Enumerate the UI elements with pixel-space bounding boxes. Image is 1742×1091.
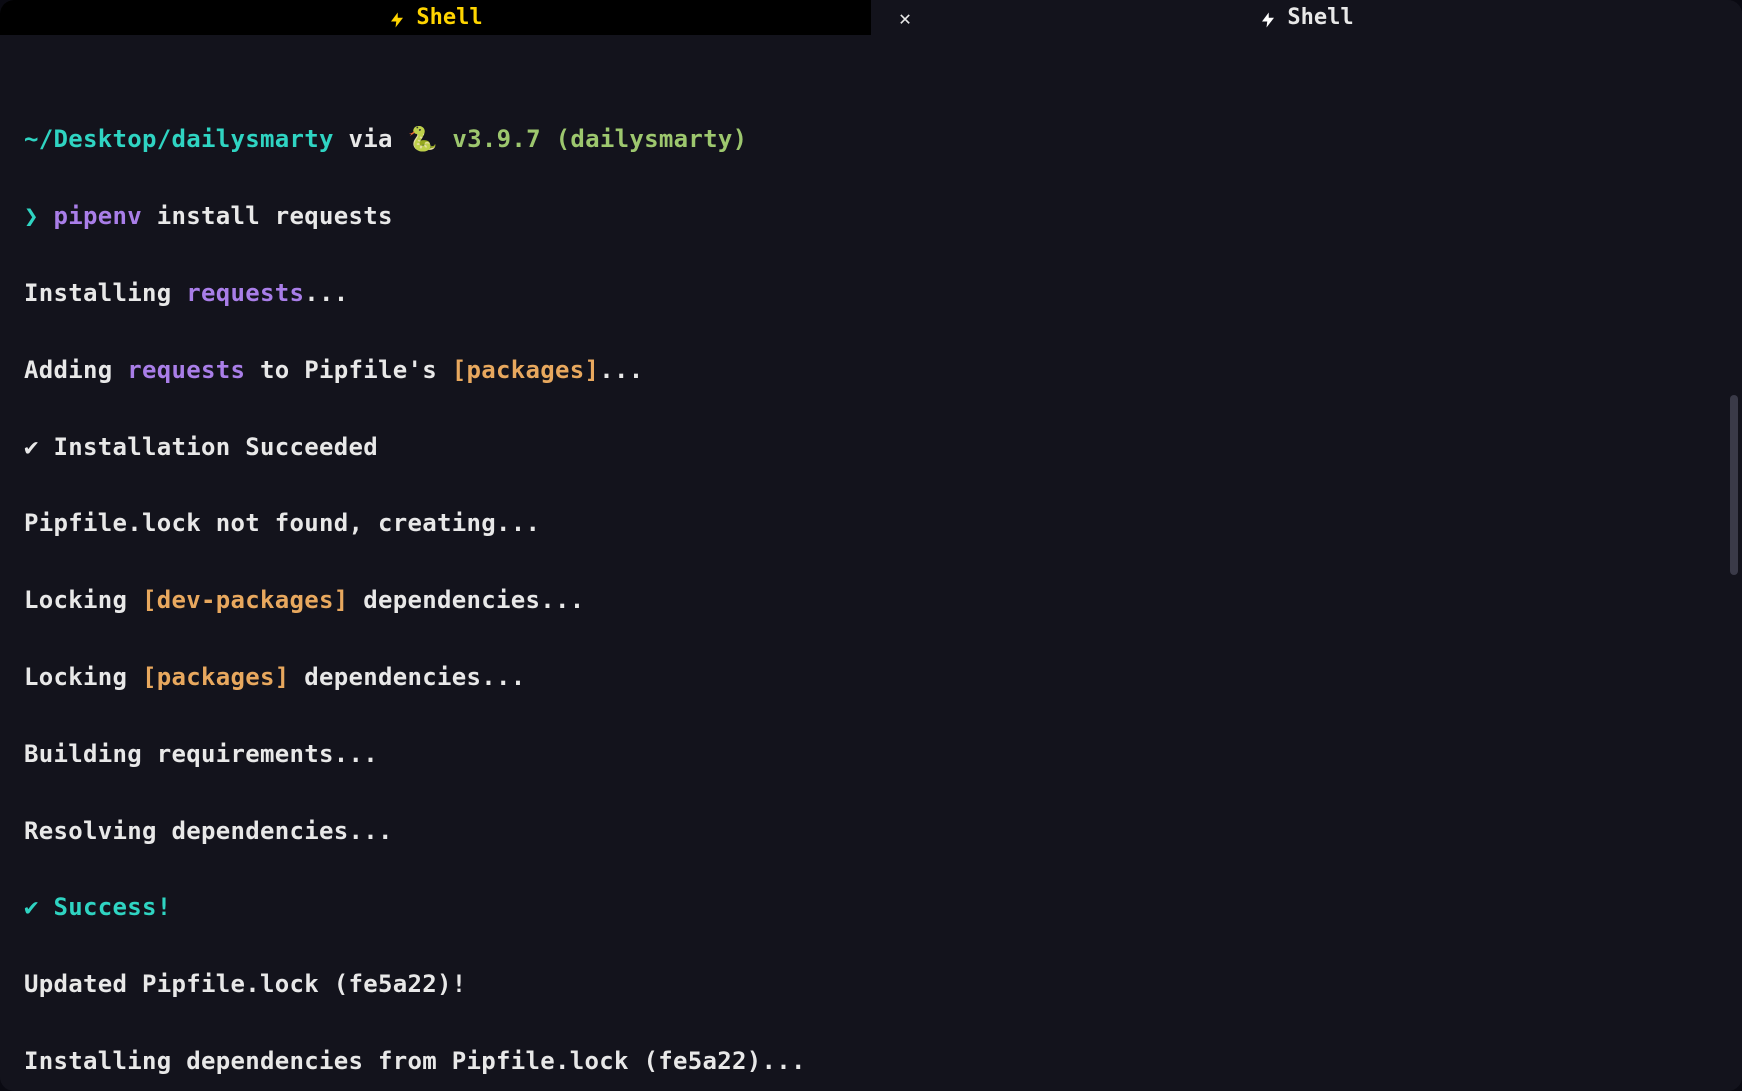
prompt-line: ~/Desktop/dailysmarty via 🐍 v3.9.7 (dail… [24, 120, 1718, 159]
cmd-binary: pipenv [54, 202, 143, 230]
tab-shell-inactive[interactable]: ✕ Shell [871, 0, 1742, 35]
scrollbar[interactable] [1730, 395, 1738, 575]
output-line: Installing requests... [24, 274, 1718, 312]
tab-bar: Shell ✕ Shell [0, 0, 1742, 35]
output-line: Adding requests to Pipfile's [packages].… [24, 351, 1718, 389]
output-line: Pipfile.lock not found, creating... [24, 504, 1718, 542]
output-line: Building requirements... [24, 735, 1718, 773]
bolt-icon [388, 7, 406, 29]
snake-icon: 🐍 [407, 126, 437, 153]
tab-label: Shell [416, 0, 482, 35]
prompt-symbol: ❯ [24, 202, 54, 230]
prompt-path: ~/Desktop/dailysmarty [24, 125, 334, 153]
cmd-args: install requests [142, 202, 393, 230]
output-line: Updated Pipfile.lock (fe5a22)! [24, 965, 1718, 1003]
terminal-body[interactable]: ~/Desktop/dailysmarty via 🐍 v3.9.7 (dail… [0, 35, 1742, 1091]
output-line: Locking [dev-packages] dependencies... [24, 581, 1718, 619]
tab-label: Shell [1287, 0, 1353, 35]
close-icon[interactable]: ✕ [899, 2, 911, 34]
prompt-via: via [334, 125, 408, 153]
output-line: ✔ Installation Succeeded [24, 428, 1718, 466]
terminal-window: Shell ✕ Shell ~/Desktop/dailysmarty via … [0, 0, 1742, 1091]
output-success: ✔ Success! [24, 888, 1718, 926]
output-line: Installing dependencies from Pipfile.loc… [24, 1042, 1718, 1080]
output-line: Resolving dependencies... [24, 812, 1718, 850]
output-line: Locking [packages] dependencies... [24, 658, 1718, 696]
command-line: ❯ pipenv install requests [24, 197, 1718, 235]
bolt-icon [1259, 7, 1277, 29]
prompt-version: v3.9.7 (dailysmarty) [438, 125, 748, 153]
tab-shell-active[interactable]: Shell [0, 0, 871, 35]
